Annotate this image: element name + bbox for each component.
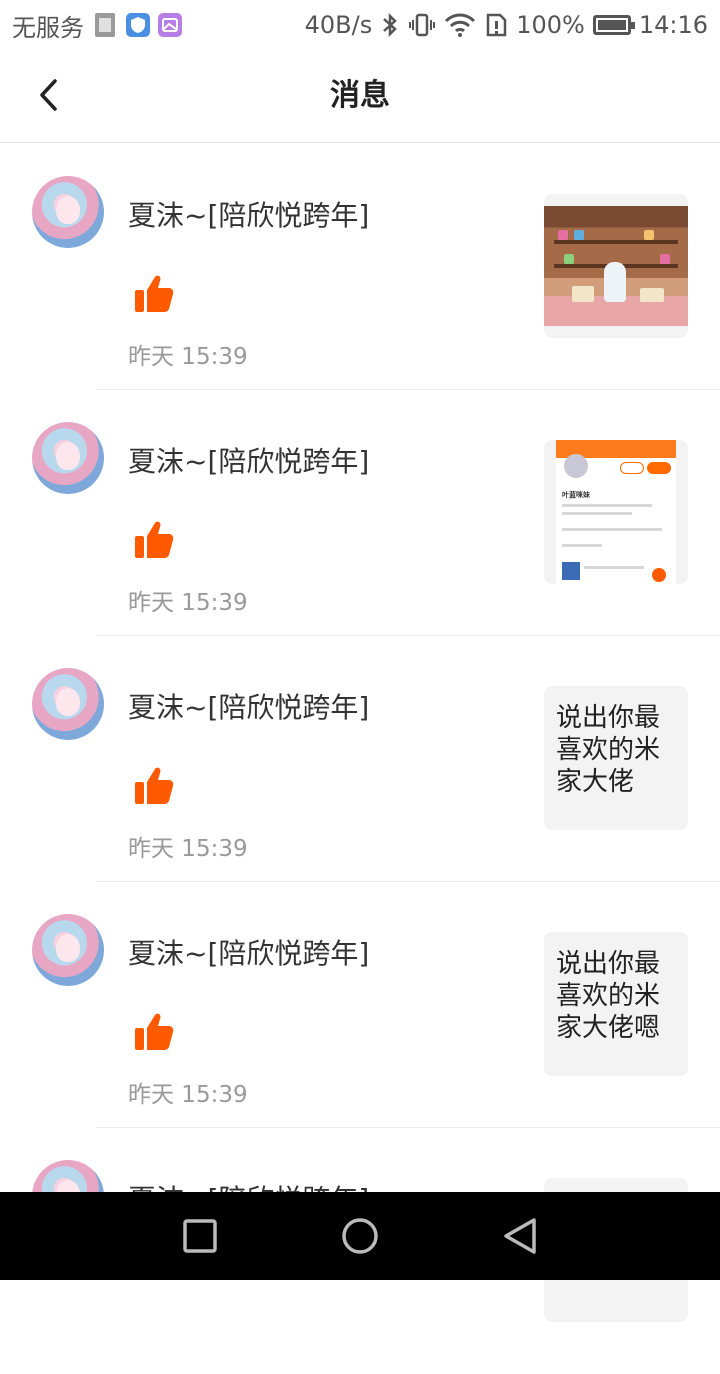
status-right: 40B/s 100% 14:16 bbox=[305, 11, 708, 39]
battery-percent: 100% bbox=[516, 11, 585, 39]
list-item[interactable]: 夏沫~[陪欣悦跨年] 昨天 15:39 说出你最喜欢的米家大佬嗯 bbox=[0, 882, 720, 1128]
avatar[interactable] bbox=[32, 668, 104, 740]
preview-thumbnail[interactable] bbox=[544, 194, 688, 338]
timestamp: 昨天 15:39 bbox=[128, 590, 248, 616]
preview-text-card[interactable]: 说出你最喜欢的米家大佬嗯 bbox=[544, 932, 688, 1076]
username[interactable]: 夏沫~[陪欣悦跨年] bbox=[128, 686, 369, 726]
bluetooth-icon bbox=[380, 12, 400, 38]
list-item[interactable]: 夏沫~[陪欣悦跨年] 昨天 15:39 bbox=[0, 144, 720, 390]
system-nav-bar bbox=[0, 1192, 720, 1280]
thumbs-up-icon bbox=[135, 521, 174, 558]
game-scene-image bbox=[544, 206, 688, 326]
thumbs-up-icon bbox=[135, 1013, 174, 1050]
avatar[interactable] bbox=[32, 176, 104, 248]
carrier-label: 无服务 bbox=[12, 13, 84, 42]
page-title: 消息 bbox=[330, 78, 390, 113]
timestamp: 昨天 15:39 bbox=[128, 1082, 248, 1108]
app-header: 消息 bbox=[0, 50, 720, 143]
triangle-back-icon bbox=[504, 1218, 536, 1254]
sim-card-icon bbox=[92, 12, 118, 38]
preview-thumbnail[interactable]: 叶蓝咪妹 bbox=[544, 440, 688, 584]
thumbs-up-icon bbox=[135, 767, 174, 804]
network-speed: 40B/s bbox=[304, 11, 373, 39]
battery-icon bbox=[592, 15, 635, 35]
list-item[interactable]: 夏沫~[陪欣悦跨年] 昨天 15:39 说出你最喜欢的米家大佬 bbox=[0, 636, 720, 882]
thumbs-up-icon bbox=[135, 275, 174, 312]
avatar[interactable] bbox=[32, 422, 104, 494]
preview-text: 说出你最喜欢的米家大佬嗯 bbox=[556, 949, 661, 1043]
avatar[interactable] bbox=[32, 914, 104, 986]
back-nav-button[interactable] bbox=[496, 1212, 544, 1260]
username[interactable]: 夏沫~[陪欣悦跨年] bbox=[128, 440, 369, 480]
timestamp: 昨天 15:39 bbox=[128, 836, 248, 862]
home-button[interactable] bbox=[336, 1212, 384, 1260]
storage-warning-icon bbox=[484, 12, 508, 38]
username[interactable]: 夏沫~[陪欣悦跨年] bbox=[128, 932, 369, 972]
clock: 14:16 bbox=[638, 11, 708, 39]
shield-icon bbox=[126, 13, 150, 37]
status-bar: 无服务 40B/s 100% 14:16 bbox=[0, 0, 720, 50]
wifi-icon bbox=[444, 12, 476, 38]
status-left: 无服务 bbox=[12, 8, 182, 43]
timestamp: 昨天 15:39 bbox=[128, 344, 248, 370]
recent-apps-button[interactable] bbox=[176, 1212, 224, 1260]
preview-text: 说出你最喜欢的米家大佬 bbox=[556, 703, 661, 797]
preview-text-card[interactable]: 说出你最喜欢的米家大佬 bbox=[544, 686, 688, 830]
gallery-icon bbox=[158, 13, 182, 37]
circle-icon bbox=[342, 1218, 378, 1254]
vibrate-icon bbox=[408, 12, 436, 38]
profile-name: 叶蓝咪妹 bbox=[562, 491, 590, 499]
profile-screenshot-image: 叶蓝咪妹 bbox=[556, 440, 676, 584]
square-icon bbox=[183, 1219, 217, 1253]
message-list[interactable]: 夏沫~[陪欣悦跨年] 昨天 15:39 夏沫~[陪欣悦跨年] 昨天 15:39 … bbox=[0, 144, 720, 1374]
list-item[interactable]: 夏沫~[陪欣悦跨年] 昨天 15:39 叶蓝咪妹 bbox=[0, 390, 720, 636]
username[interactable]: 夏沫~[陪欣悦跨年] bbox=[128, 194, 369, 234]
